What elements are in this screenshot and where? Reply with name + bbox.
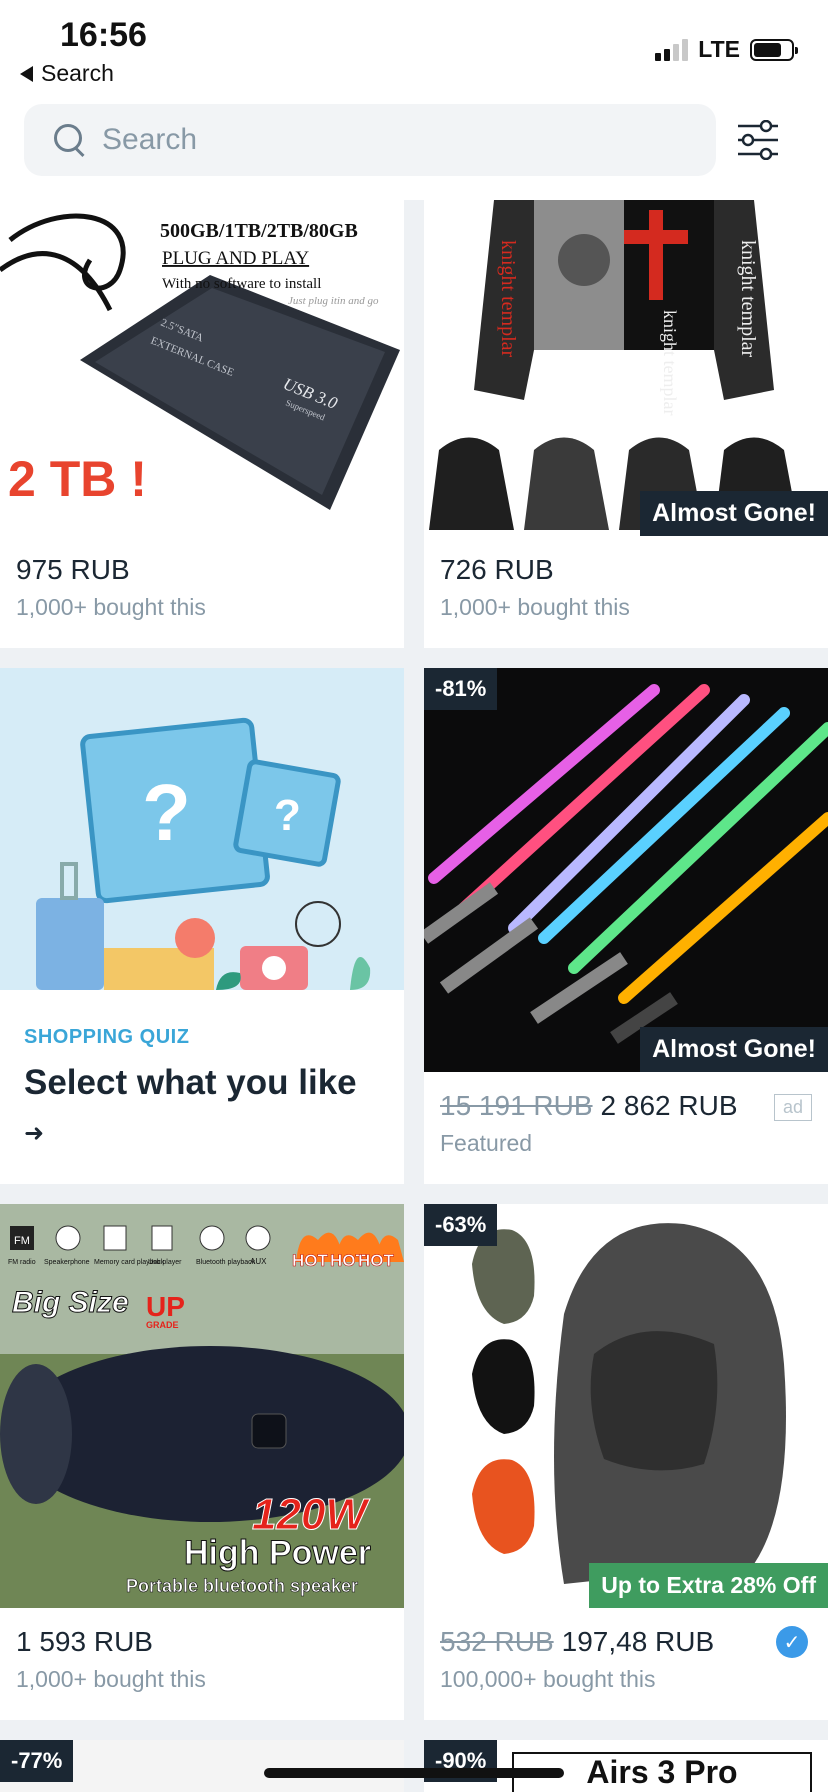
- price-row: 1 593 RUB: [0, 1608, 404, 1658]
- hot-label-1: HOT: [292, 1251, 329, 1270]
- product-price: 1 593 RUB: [16, 1626, 153, 1657]
- search-bar[interactable]: [24, 104, 716, 176]
- two-tb-text: 2 TB !: [8, 451, 147, 507]
- discount-badge: -77%: [0, 1740, 74, 1782]
- bought-count: 1,000+ bought this: [16, 1666, 206, 1692]
- product-image-speaker[interactable]: FM FM radio Speakerphone Memory card pla…: [0, 1204, 404, 1608]
- aux-label: AUX: [250, 1257, 267, 1266]
- product-card-hoodie[interactable]: knight templar knight templar knight tem…: [424, 200, 828, 648]
- hoodie-body-text: knight templar: [660, 310, 680, 415]
- battery-icon: [750, 38, 798, 61]
- plug-it-text: Just plug itin and go: [288, 295, 379, 307]
- product-card-partial-left[interactable]: -77%: [0, 1740, 404, 1792]
- quiz-question-mark-small-icon: ?: [274, 791, 301, 840]
- product-price: 726 RUB: [440, 554, 554, 585]
- product-image-lightsaber[interactable]: -81% Almost Gone!: [424, 668, 828, 1072]
- price-row: 15 191 RUB 2 862 RUB ad: [424, 1072, 828, 1122]
- search-input[interactable]: [102, 123, 662, 157]
- product-image-balaclava[interactable]: -63% Up to Extra 28% Off: [424, 1204, 828, 1608]
- price-row: 532 RUB 197,48 RUB ✓: [424, 1608, 828, 1658]
- product-image-partial-left[interactable]: -77%: [0, 1740, 404, 1792]
- hot-label-3: HOT: [358, 1251, 395, 1270]
- verified-check-icon: ✓: [776, 1626, 808, 1658]
- status-time: 16:56: [60, 16, 147, 54]
- quiz-label: SHOPPING QUIZ: [24, 1026, 190, 1048]
- quiz-question-mark-icon: ?: [142, 768, 191, 857]
- shopping-quiz-card[interactable]: ? ? SHOPPING QUIZ Select what you like ➜: [0, 668, 404, 1184]
- bought-count: 1,000+ bought this: [16, 594, 206, 620]
- big-size-text: Big Size: [12, 1286, 129, 1319]
- back-arrow-icon: [20, 65, 33, 82]
- upgrade-text: UP: [146, 1291, 185, 1322]
- grade-text: GRADE: [146, 1320, 179, 1330]
- discount-badge: -63%: [424, 1204, 498, 1246]
- no-software-text: With no software to install: [162, 276, 321, 292]
- quiz-title: Select what you like: [24, 1063, 357, 1102]
- fm-radio-label: FM radio: [8, 1259, 36, 1266]
- high-power-text: High Power: [184, 1534, 371, 1572]
- featured-label: Featured: [440, 1130, 533, 1156]
- product-card-speaker[interactable]: FM FM radio Speakerphone Memory card pla…: [0, 1204, 404, 1720]
- cellular-signal-icon: [655, 38, 689, 61]
- discount-badge: -81%: [424, 668, 498, 710]
- quiz-illustration: ? ?: [0, 668, 404, 990]
- bluetooth-label: Bluetooth playback: [196, 1259, 256, 1266]
- original-price: 532 RUB: [440, 1626, 554, 1657]
- product-image-hoodie[interactable]: knight templar knight templar knight tem…: [424, 200, 828, 536]
- hoodie-sleeve-text-right: knight templar: [737, 240, 759, 358]
- drive-capacity-text: 500GB/1TB/2TB/80GB: [160, 220, 358, 242]
- back-to-search-link[interactable]: Search: [20, 60, 114, 87]
- speakerphone-label: Speakerphone: [44, 1259, 90, 1266]
- product-image-partial-right[interactable]: Airs 3 Pro -90%: [424, 1740, 828, 1792]
- status-indicators: LTE: [655, 36, 798, 63]
- ad-tag: ad: [773, 1094, 812, 1121]
- arrow-right-icon[interactable]: ➜: [0, 1103, 404, 1148]
- product-card-balaclava[interactable]: -63% Up to Extra 28% Off 532 RUB 197,48 …: [424, 1204, 828, 1720]
- product-price: 2 862 RUB: [600, 1090, 738, 1121]
- price-row: 726 RUB: [424, 536, 828, 586]
- filter-sliders-icon[interactable]: [736, 120, 780, 160]
- usb-player-label: Usb player: [148, 1259, 182, 1266]
- almost-gone-badge: Almost Gone!: [640, 491, 828, 536]
- plug-and-play-text: PLUG AND PLAY: [162, 248, 309, 269]
- portable-speaker-text: Portable bluetooth speaker: [126, 1576, 358, 1596]
- back-label: Search: [41, 60, 114, 86]
- almost-gone-badge: Almost Gone!: [640, 1027, 828, 1072]
- network-type: LTE: [698, 36, 740, 62]
- bought-count: 1,000+ bought this: [440, 594, 630, 620]
- extra-discount-badge: Up to Extra 28% Off: [589, 1563, 828, 1608]
- product-price: 975 RUB: [16, 554, 130, 585]
- fm-icon-label: FM: [14, 1235, 30, 1247]
- bought-count: 100,000+ bought this: [440, 1666, 656, 1692]
- wattage-text: 120W: [252, 1490, 370, 1539]
- product-card-hard-drive[interactable]: 500GB/1TB/2TB/80GB PLUG AND PLAY With no…: [0, 200, 404, 648]
- home-indicator[interactable]: [264, 1768, 564, 1778]
- search-icon: [54, 124, 86, 156]
- original-price: 15 191 RUB: [440, 1090, 593, 1121]
- hoodie-sleeve-text-left: knight templar: [497, 240, 519, 358]
- product-card-lightsaber[interactable]: -81% Almost Gone! 15 191 RUB 2 862 RUB a…: [424, 668, 828, 1184]
- product-price: 197,48 RUB: [561, 1626, 715, 1657]
- product-image-hard-drive[interactable]: 500GB/1TB/2TB/80GB PLUG AND PLAY With no…: [0, 200, 404, 536]
- price-row: 975 RUB: [0, 536, 404, 586]
- product-card-partial-right[interactable]: Airs 3 Pro -90%: [424, 1740, 828, 1792]
